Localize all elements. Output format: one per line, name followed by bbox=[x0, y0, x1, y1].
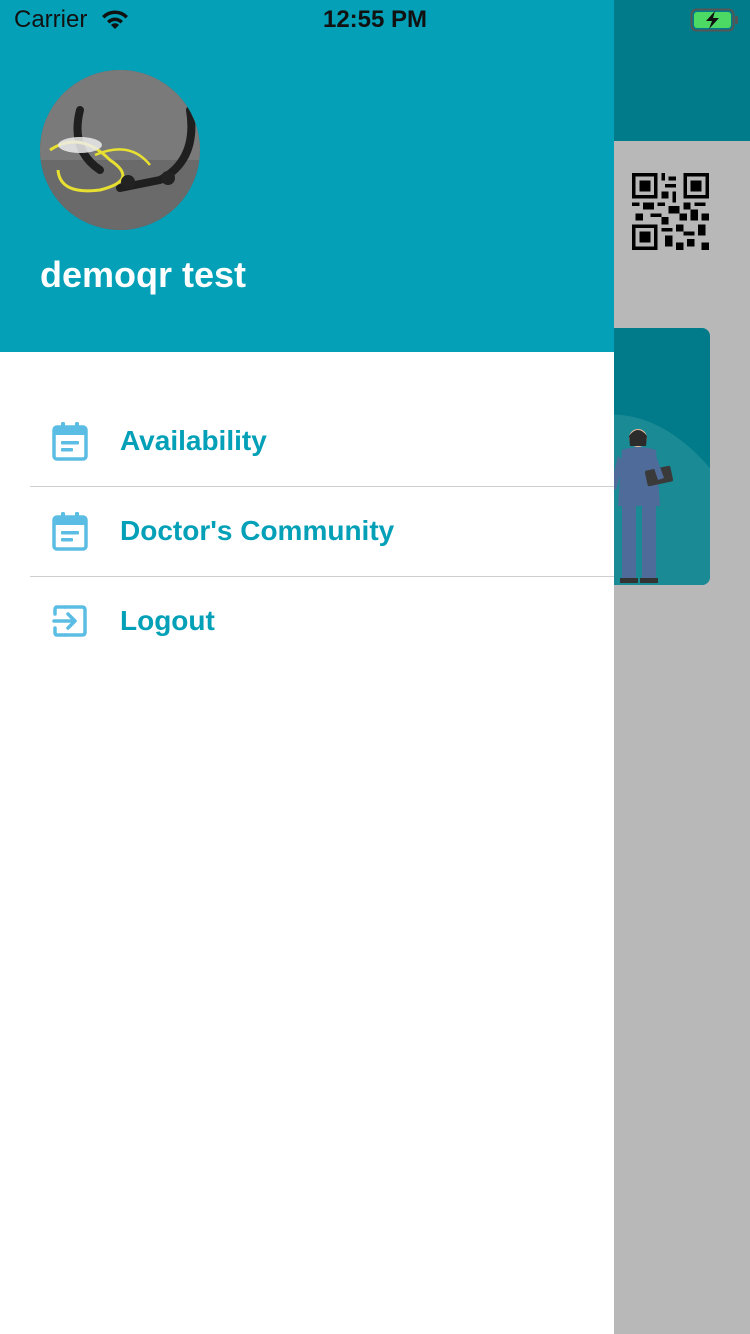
logout-icon bbox=[52, 605, 87, 637]
side-drawer: demoqr test Availability Doctor's Commun… bbox=[0, 0, 614, 1334]
avatar-photo bbox=[40, 70, 200, 230]
calendar-icon bbox=[52, 422, 88, 461]
screen: Carrier 12:55 PM demoqr test Availabilit… bbox=[0, 0, 750, 1334]
menu-item-label: Availability bbox=[120, 425, 267, 456]
menu-item-label: Logout bbox=[120, 605, 215, 636]
status-bar: Carrier 12:55 PM bbox=[0, 0, 750, 40]
menu-item-doctors-community[interactable]: Doctor's Community bbox=[30, 487, 614, 577]
drawer-menu: Availability Doctor's Community Logout bbox=[0, 397, 614, 667]
avatar[interactable] bbox=[40, 70, 200, 230]
menu-item-logout[interactable]: Logout bbox=[30, 577, 614, 667]
menu-item-label: Doctor's Community bbox=[120, 515, 395, 546]
menu-item-availability[interactable]: Availability bbox=[30, 397, 614, 487]
status-time: 12:55 PM bbox=[322, 6, 428, 33]
qr-code-icon[interactable] bbox=[632, 173, 709, 250]
drawer-header: demoqr test bbox=[0, 0, 614, 352]
battery-charging-icon bbox=[690, 8, 738, 32]
user-name: demoqr test bbox=[40, 254, 247, 295]
calendar-icon bbox=[52, 512, 88, 551]
